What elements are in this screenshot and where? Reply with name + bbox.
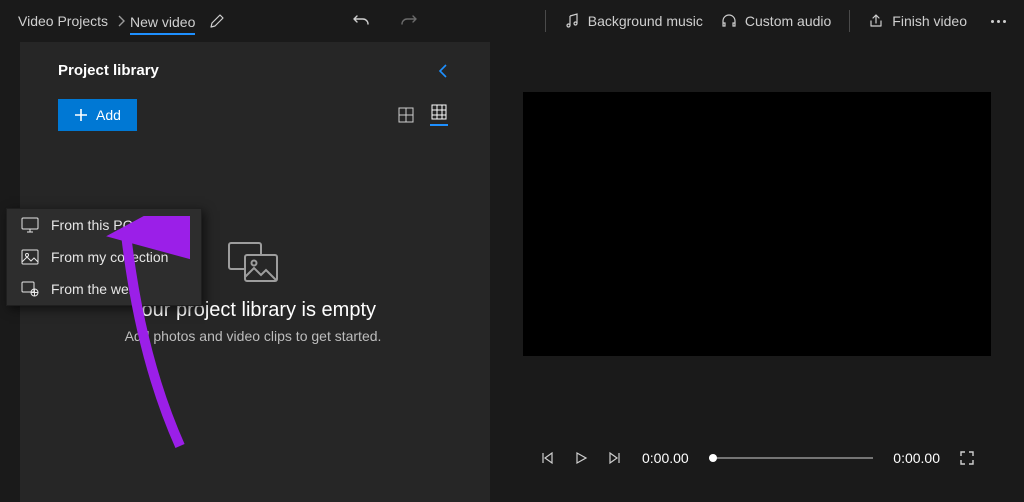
collapse-chevron-icon[interactable] — [438, 63, 448, 79]
plus-icon — [74, 108, 88, 122]
grid-3x3-icon — [431, 104, 447, 120]
player-bar: 0:00.00 0:00.00 — [520, 450, 994, 482]
add-from-collection-label: From my collection — [51, 249, 168, 265]
background-music-label: Background music — [588, 13, 703, 29]
add-from-collection[interactable]: From my collection — [7, 241, 201, 273]
headphones-icon — [721, 13, 737, 29]
add-from-web-label: From the web — [51, 281, 137, 297]
finish-video-label: Finish video — [892, 13, 967, 29]
prev-frame-icon[interactable] — [540, 451, 554, 465]
pc-icon — [21, 217, 39, 233]
background-music-button[interactable]: Background music — [564, 13, 703, 29]
seek-bar[interactable] — [709, 457, 874, 459]
topbar: Video Projects New video Background musi… — [0, 0, 1024, 42]
view-underline — [430, 124, 448, 126]
project-library-panel: Project library Add — [20, 42, 490, 502]
custom-audio-label: Custom audio — [745, 13, 831, 29]
chevron-right-icon — [118, 15, 126, 27]
fullscreen-icon[interactable] — [960, 451, 974, 465]
project-title[interactable]: New video — [130, 8, 195, 35]
grid-large-view[interactable] — [398, 107, 414, 123]
add-menu: From this PC From my collection From the… — [6, 208, 202, 306]
total-time: 0:00.00 — [893, 450, 940, 466]
elapsed-time: 0:00.00 — [642, 450, 689, 466]
empty-subtitle: Add photos and video clips to get starte… — [40, 328, 466, 344]
topbar-center — [225, 12, 544, 30]
title-underline — [130, 33, 195, 35]
add-from-pc-label: From this PC — [51, 217, 133, 233]
view-toggle — [398, 104, 448, 126]
library-title: Project library — [58, 62, 159, 79]
export-icon — [868, 13, 884, 29]
add-button[interactable]: Add — [58, 99, 137, 131]
rename-icon[interactable] — [209, 13, 225, 29]
project-title-label: New video — [130, 14, 195, 30]
grid-2x2-icon — [398, 107, 414, 123]
image-icon — [21, 249, 39, 265]
web-icon — [21, 281, 39, 297]
redo-icon — [400, 12, 418, 30]
more-menu-icon[interactable] — [985, 20, 1012, 23]
topbar-right: Background music Custom audio Finish vid… — [564, 10, 1012, 32]
divider — [849, 10, 850, 32]
undo-icon[interactable] — [352, 12, 370, 30]
breadcrumb-root[interactable]: Video Projects — [12, 9, 114, 33]
grid-small-view[interactable] — [430, 104, 448, 126]
preview-panel: 0:00.00 0:00.00 — [490, 42, 1024, 502]
library-toolbar: Add — [40, 99, 466, 131]
custom-audio-button[interactable]: Custom audio — [721, 13, 831, 29]
add-button-label: Add — [96, 107, 121, 123]
next-frame-icon[interactable] — [608, 451, 622, 465]
library-header: Project library — [40, 62, 466, 79]
music-icon — [564, 13, 580, 29]
play-icon[interactable] — [574, 451, 588, 465]
divider — [545, 10, 546, 32]
seek-thumb[interactable] — [709, 454, 717, 462]
add-from-pc[interactable]: From this PC — [7, 209, 201, 241]
main: Project library Add — [0, 42, 1024, 502]
finish-video-button[interactable]: Finish video — [868, 13, 967, 29]
add-from-web[interactable]: From the web — [7, 273, 201, 305]
preview-canvas — [523, 92, 991, 356]
